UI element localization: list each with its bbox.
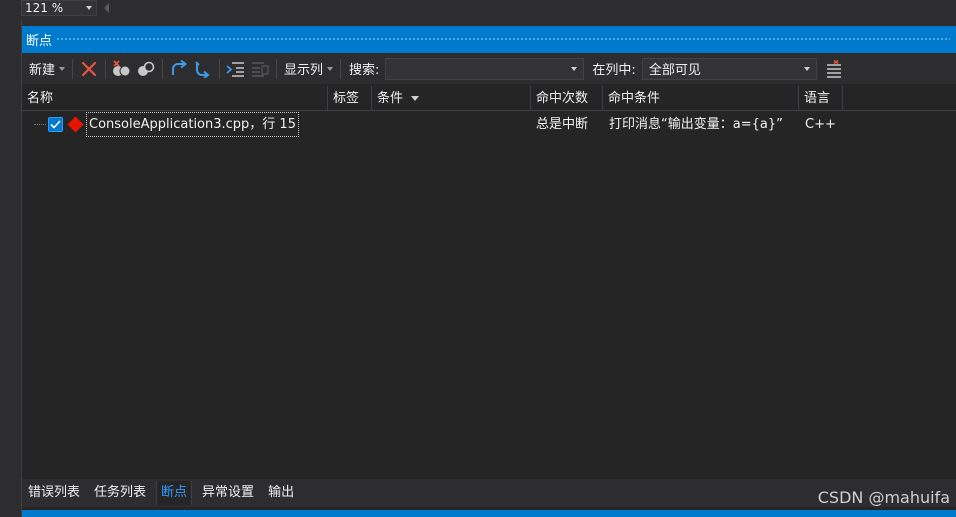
toolbar-separator: [72, 58, 74, 79]
tree-connector: [34, 124, 46, 125]
chevron-down-icon: [803, 66, 810, 71]
panel-title: 断点: [26, 34, 53, 49]
grid-header: 名称 标签 条件 命中次数 命中条件 语言: [22, 86, 956, 111]
toolbar-separator: [105, 58, 107, 79]
column-header-label-tag[interactable]: 标签: [328, 86, 372, 111]
tab-output[interactable]: 输出: [264, 481, 298, 505]
toolbar-separator: [162, 58, 164, 79]
delete-icon[interactable]: [78, 58, 100, 80]
show-columns-label: 显示列: [284, 63, 324, 78]
column-header-condition[interactable]: 条件: [372, 86, 531, 111]
column-header-hit-condition[interactable]: 命中条件: [603, 86, 799, 111]
breakpoints-grid: 名称 标签 条件 命中次数 命中条件 语言 ConsoleApplication…: [22, 84, 956, 479]
chevron-down-icon: [571, 66, 578, 71]
left-frame: [0, 20, 22, 517]
show-columns-button[interactable]: 显示列: [281, 57, 336, 81]
chevron-down-icon: [327, 66, 334, 71]
column-header-label: 语言: [804, 91, 831, 106]
in-column-value: 全部可见: [648, 63, 701, 78]
watermark: CSDN @mahuifa: [817, 488, 950, 507]
column-header-hit-count[interactable]: 命中次数: [531, 86, 603, 111]
tab-breakpoints[interactable]: 断点: [156, 481, 193, 505]
column-header-language[interactable]: 语言: [799, 86, 843, 111]
in-column-select[interactable]: 全部可见: [641, 57, 817, 80]
checkmark-icon: [50, 120, 61, 129]
disable-all-icon[interactable]: [135, 58, 157, 80]
tab-task-list[interactable]: 任务列表: [90, 481, 150, 505]
table-row[interactable]: ConsoleApplication3.cpp，行 15 总是中断 打印消息“输…: [22, 112, 956, 137]
breakpoint-hit-condition: 打印消息“输出变量：a={a}”: [609, 117, 783, 132]
breakpoint-language: C++: [805, 117, 836, 132]
tab-error-list[interactable]: 错误列表: [24, 481, 84, 505]
toolbar-separator: [219, 58, 221, 79]
column-header-label: 名称: [27, 91, 54, 106]
zoom-strip: 121 %: [0, 0, 956, 20]
tab-exception-settings[interactable]: 异常设置: [198, 481, 258, 505]
reset-filter-icon[interactable]: [823, 58, 845, 80]
in-column-label: 在列中:: [592, 63, 636, 78]
panel-title-bar[interactable]: 断点: [22, 26, 956, 53]
column-header-label: 命中次数: [536, 91, 589, 106]
zoom-value: 121 %: [25, 1, 64, 15]
breakpoint-hit-count: 总是中断: [536, 117, 589, 132]
zoom-combo[interactable]: 121 %: [21, 0, 97, 16]
toolbar-separator: [276, 58, 278, 79]
search-input[interactable]: [385, 57, 585, 80]
import-icon[interactable]: [225, 58, 247, 80]
bottom-tool-tabs: 错误列表 任务列表 断点 异常设置 输出: [22, 479, 956, 507]
go-to-disassembly-icon[interactable]: [192, 58, 214, 80]
new-button[interactable]: 新建: [26, 57, 68, 81]
toolbar-separator: [340, 58, 342, 79]
search-label: 搜索:: [349, 63, 380, 78]
drag-grip[interactable]: [56, 37, 950, 42]
status-bar: [22, 510, 956, 517]
chevron-down-icon: [86, 6, 92, 10]
column-header-label: 命中条件: [608, 91, 661, 106]
breakpoints-toolbar: 新建 显示列 搜索: 在列中: 全部可见: [22, 53, 956, 84]
delete-all-icon[interactable]: [111, 58, 133, 80]
go-to-source-icon[interactable]: [168, 58, 190, 80]
scroll-left-icon[interactable]: [104, 3, 109, 13]
tracepoint-icon: [67, 116, 84, 133]
export-icon[interactable]: [249, 58, 271, 80]
column-header-label: 标签: [333, 91, 360, 106]
new-button-label: 新建: [29, 63, 56, 78]
column-header-name[interactable]: 名称: [22, 86, 328, 111]
column-header-label: 条件: [377, 91, 404, 106]
sort-descending-icon: [411, 96, 420, 101]
breakpoint-enabled-checkbox[interactable]: [48, 117, 63, 132]
breakpoint-name[interactable]: ConsoleApplication3.cpp，行 15: [86, 112, 299, 137]
breakpoints-panel: 断点 新建 显示列 搜索: 在列中: 全部可见 名称 标签 条件 命中次数 命中…: [22, 26, 956, 517]
chevron-down-icon: [59, 66, 66, 71]
